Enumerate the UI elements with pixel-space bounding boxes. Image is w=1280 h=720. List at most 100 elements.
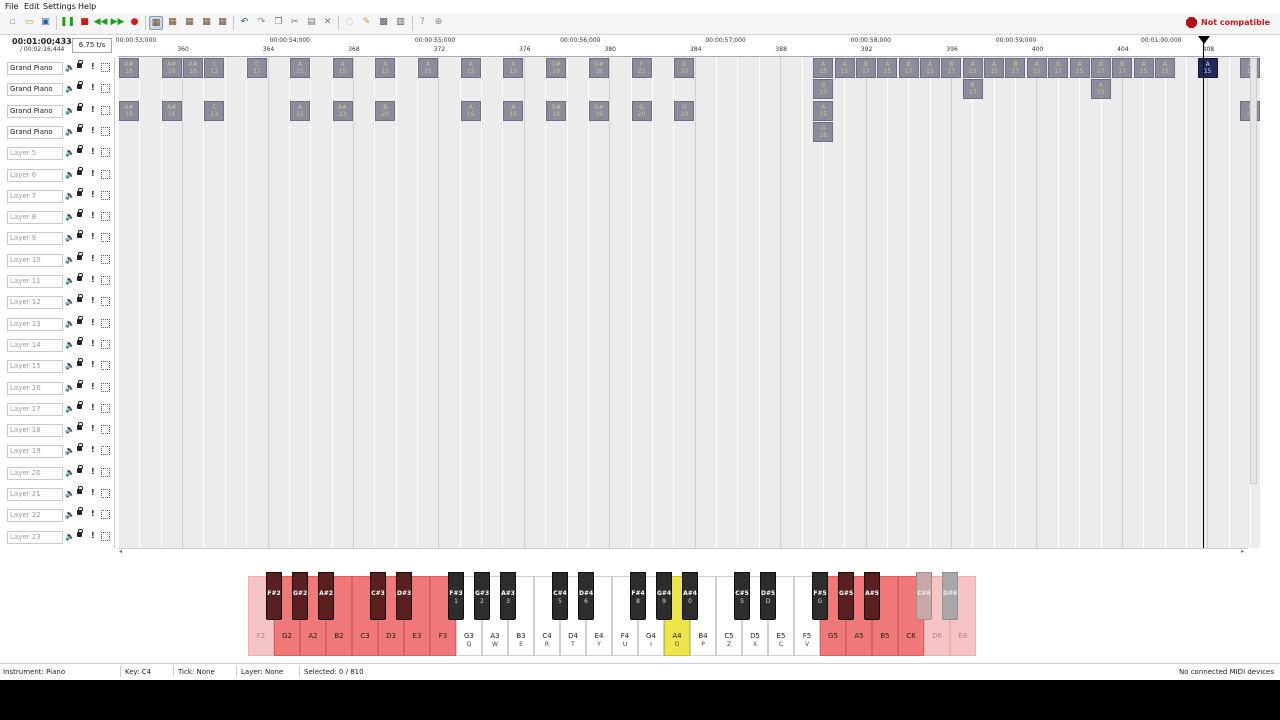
layer-name-field[interactable]: Layer 6 xyxy=(7,168,63,182)
solo-icon[interactable]: ! xyxy=(91,445,95,454)
volume-icon[interactable]: 🔉 xyxy=(65,191,75,200)
volume-icon[interactable]: 🔉 xyxy=(65,319,75,328)
piano-black-key[interactable]: D#3 xyxy=(396,572,412,620)
lock-icon[interactable] xyxy=(77,464,83,473)
select-layer-icon[interactable] xyxy=(101,510,110,520)
volume-icon[interactable]: 🔉 xyxy=(65,489,75,498)
layer-name-field[interactable]: Grand Piano xyxy=(7,83,63,97)
solo-icon[interactable]: ! xyxy=(91,232,95,241)
layer-name-field[interactable]: Layer 17 xyxy=(7,402,63,416)
solo-icon[interactable]: ! xyxy=(91,467,95,476)
note-block[interactable]: A 15 xyxy=(503,58,524,78)
volume-icon[interactable]: 🔉 xyxy=(65,468,75,477)
select-right-icon[interactable]: ▦ xyxy=(200,16,213,29)
select-layer-icon[interactable] xyxy=(101,446,110,456)
note-block[interactable]: A 15 xyxy=(289,58,310,78)
timeline-ruler[interactable]: 00:00:53;000 00:00:54;000 00:00:55;000 00:0… xyxy=(116,36,1260,57)
lock-icon[interactable] xyxy=(77,443,83,452)
piano-black-key[interactable]: C#4 5 xyxy=(552,572,568,620)
note-block[interactable]: A 15 xyxy=(813,100,834,121)
volume-icon[interactable]: 🔉 xyxy=(65,106,75,115)
note-block[interactable]: B 17 xyxy=(1112,58,1133,78)
invert-selection-icon[interactable]: ▦ xyxy=(216,16,229,29)
note-block[interactable]: A 15 xyxy=(375,58,396,78)
lock-icon[interactable] xyxy=(77,187,83,196)
rewind-icon[interactable]: ◀◀ xyxy=(94,16,108,29)
lock-icon[interactable] xyxy=(77,336,83,345)
lock-icon[interactable] xyxy=(77,358,83,367)
note-block[interactable]: A# 16 xyxy=(183,58,204,78)
select-layer-icon[interactable] xyxy=(101,531,110,541)
note-block[interactable]: A 15 xyxy=(813,58,834,78)
midi-devices-icon[interactable]: ▥ xyxy=(394,16,407,29)
piano-black-key[interactable]: C#5 S xyxy=(734,572,750,620)
cut-icon[interactable]: ✂ xyxy=(288,16,301,29)
volume-icon[interactable]: 🔉 xyxy=(65,276,75,285)
compatibility-indicator[interactable]: Not compatible xyxy=(1186,17,1270,28)
open-song-icon[interactable]: ▭ xyxy=(23,16,36,29)
note-block[interactable]: A# 16 xyxy=(119,58,139,78)
solo-icon[interactable]: ! xyxy=(91,83,95,92)
menu-settings[interactable]: Settings xyxy=(43,2,76,11)
select-layer-icon[interactable] xyxy=(101,403,110,413)
select-layer-icon[interactable] xyxy=(101,148,110,158)
select-layer-icon[interactable] xyxy=(101,276,110,285)
lock-icon[interactable] xyxy=(77,315,83,324)
edit-properties-icon[interactable]: ✎ xyxy=(360,16,373,29)
piano-black-key[interactable]: C#6 xyxy=(916,572,932,620)
note-block[interactable]: G# 19 xyxy=(588,58,609,78)
help-icon[interactable]: ? xyxy=(416,16,429,29)
select-left-icon[interactable]: ▦ xyxy=(183,16,196,29)
record-icon[interactable]: ● xyxy=(128,16,141,29)
solo-icon[interactable]: ! xyxy=(91,254,95,263)
piano-black-key[interactable]: D#4 6 xyxy=(578,572,594,620)
note-grid[interactable]: A# 16 A# 16 A# 16 C 12 C 17 A 15 A 15 A 15 A 15 A 15 A 15 G# 19… xyxy=(118,57,1260,548)
select-layer-icon[interactable] xyxy=(101,84,110,94)
volume-icon[interactable]: 🔉 xyxy=(65,340,75,349)
scroll-right-arrow-icon[interactable]: ▸ xyxy=(1241,548,1244,555)
note-block[interactable]: B 17 xyxy=(1005,58,1026,78)
volume-icon[interactable]: 🔉 xyxy=(65,510,75,519)
piano-black-key[interactable]: A#3 3 xyxy=(500,572,516,620)
select-layer-icon[interactable] xyxy=(101,425,110,435)
note-block[interactable]: B 17 xyxy=(962,79,983,100)
volume-icon[interactable]: 🔉 xyxy=(65,127,75,136)
layer-name-field[interactable]: Layer 5 xyxy=(7,147,63,161)
piano-black-key[interactable]: F#2 xyxy=(266,572,282,620)
note-block[interactable]: A 15 xyxy=(1154,58,1175,78)
solo-icon[interactable]: ! xyxy=(91,147,95,156)
delete-icon[interactable]: ✕ xyxy=(321,16,334,29)
lock-icon[interactable] xyxy=(77,60,83,68)
lock-icon[interactable] xyxy=(77,379,83,388)
layer-name-field[interactable]: Grand Piano xyxy=(7,125,63,139)
piano-black-key[interactable]: C#3 xyxy=(370,572,386,620)
select-layer-icon[interactable] xyxy=(101,467,110,477)
note-block[interactable]: B 17 xyxy=(1090,58,1111,78)
layer-name-field[interactable]: Layer 14 xyxy=(7,338,63,352)
note-block[interactable]: C 12 xyxy=(204,58,225,78)
solo-icon[interactable]: ! xyxy=(91,488,95,497)
select-layer-icon[interactable] xyxy=(101,254,110,264)
layer-name-field[interactable]: Layer 13 xyxy=(7,317,63,331)
piano-black-key[interactable]: G#4 9 xyxy=(656,572,672,620)
solo-icon[interactable]: ! xyxy=(91,424,95,433)
select-layer-icon[interactable] xyxy=(101,297,110,307)
note-block[interactable]: G 20 xyxy=(674,58,695,78)
note-block[interactable]: A 15 xyxy=(1197,58,1218,78)
note-block[interactable]: A 15 xyxy=(1026,58,1047,78)
volume-icon[interactable]: 🔉 xyxy=(65,84,75,93)
note-block[interactable]: G 18 xyxy=(813,121,834,142)
note-block[interactable]: B 17 xyxy=(898,58,919,78)
note-block[interactable]: B 20 xyxy=(375,100,396,121)
note-block[interactable]: A 15 xyxy=(418,58,439,78)
volume-icon[interactable]: 🔉 xyxy=(65,63,75,72)
layer-name-field[interactable]: Layer 22 xyxy=(7,509,63,523)
solo-icon[interactable]: ! xyxy=(91,531,95,540)
layer-name-field[interactable]: Layer 19 xyxy=(7,445,63,459)
lock-icon[interactable] xyxy=(77,294,83,303)
volume-icon[interactable]: 🔉 xyxy=(65,425,75,434)
solo-icon[interactable]: ! xyxy=(91,169,95,178)
layer-name-field[interactable]: Layer 10 xyxy=(7,253,63,267)
horizontal-scrollbar[interactable]: ◂ ▸ xyxy=(118,548,1248,557)
song-info-icon[interactable]: ◌ xyxy=(343,16,356,29)
